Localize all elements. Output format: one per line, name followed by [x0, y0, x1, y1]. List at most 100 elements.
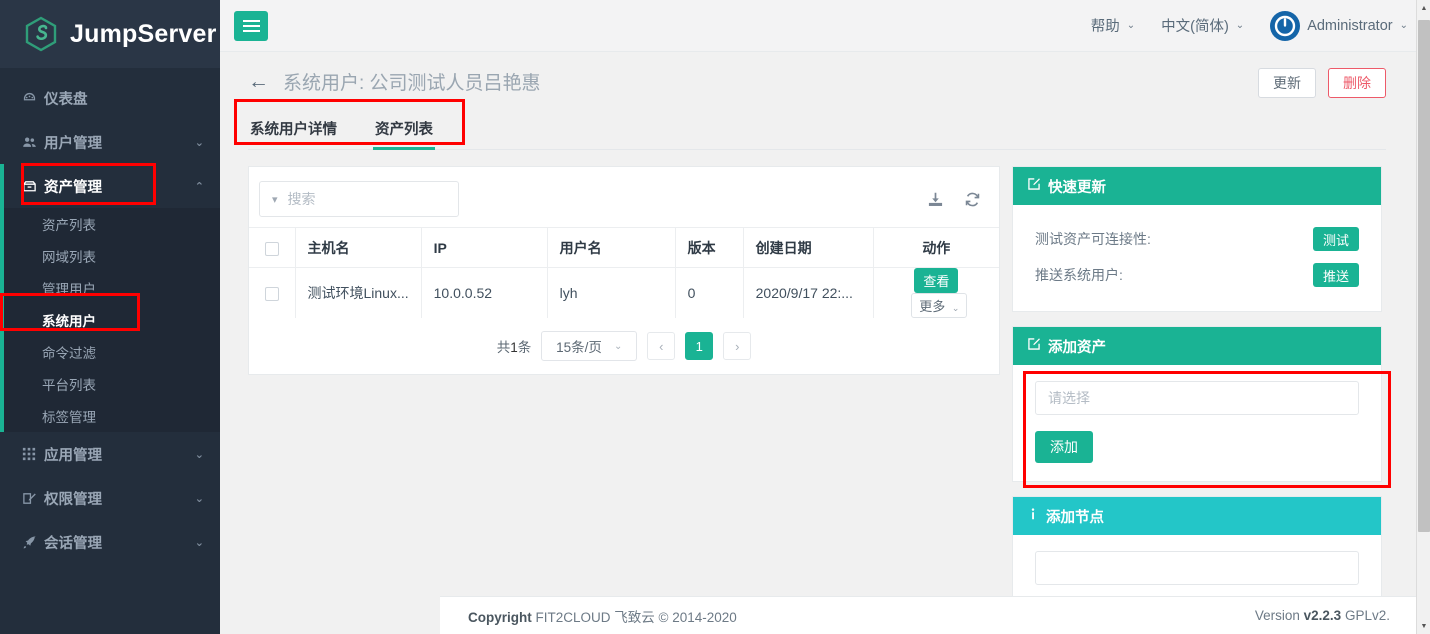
tab-asset-list[interactable]: 资产列表 [373, 112, 435, 150]
add-asset-card-body: 请选择 添加 [1013, 365, 1381, 481]
pagination-page-1[interactable]: 1 [685, 332, 714, 360]
asset-box-icon [22, 179, 44, 194]
sidebar-submenu-asset-management: 资产列表 网域列表 管理用户 系统用户 命令过滤 平台列表 标签管理 [0, 208, 220, 432]
search-placeholder: 搜索 [287, 191, 316, 207]
grid-apps-icon [22, 447, 44, 461]
more-button-label: 更多 [919, 299, 946, 314]
delete-button[interactable]: 删除 [1328, 68, 1386, 98]
sidebar-item-application-management[interactable]: 应用管理 ⌄ [0, 432, 220, 476]
sidebar-item-label: 用户管理 [44, 135, 102, 152]
scroll-down-arrow-icon[interactable]: ▼ [1417, 618, 1430, 634]
table-header: 主机名 IP 用户名 版本 创建日期 动作 [249, 227, 999, 268]
chevron-down-icon: ⌄ [194, 536, 204, 549]
sidebar-subitem-label: 平台列表 [42, 378, 96, 393]
footer-copyright-text: FIT2CLOUD 飞致云 © 2014-2020 [535, 609, 737, 625]
sidebar-subitem-command-filter[interactable]: 命令过滤 [0, 336, 220, 368]
sidebar-subitem-domain-list[interactable]: 网域列表 [0, 240, 220, 272]
asset-table-column: ▾ 搜索 主机名 IP 用户名 版本 创建日期 动作 测试环境Linux... … [248, 166, 1000, 375]
chevron-down-icon: ⌄ [194, 136, 204, 149]
cell-created-text: 2020/9/17 22:... [755, 285, 853, 301]
cell-version: 0 [675, 267, 744, 318]
rocket-session-icon [22, 535, 44, 550]
jumpserver-logo-icon [22, 15, 60, 53]
add-asset-card: 添加资产 请选择 添加 [1012, 326, 1382, 482]
sidebar-item-permission-management[interactable]: 权限管理 ⌄ [0, 476, 220, 520]
topbar: 帮助 ⌄ 中文(简体) ⌄ Administrator ⌄ [220, 0, 1430, 52]
table-toolbar: ▾ 搜索 [249, 167, 999, 227]
add-asset-card-title: 添加资产 [1048, 339, 1106, 356]
total-suffix: 条 [517, 340, 532, 355]
refresh-icon[interactable] [964, 191, 981, 208]
page-size-select[interactable]: 15条/页 ⌄ [541, 331, 638, 361]
test-connectivity-label: 测试资产可连接性: [1035, 231, 1151, 247]
test-connectivity-action: 测试 [1312, 227, 1359, 251]
column-header-version[interactable]: 版本 [675, 227, 744, 268]
hamburger-bar [242, 29, 260, 32]
version-number: v2.2.3 [1303, 608, 1342, 623]
sidebar-subitem-platform-list[interactable]: 平台列表 [0, 368, 220, 400]
scroll-up-arrow-icon[interactable]: ▲ [1417, 0, 1430, 16]
select-all-checkbox[interactable] [264, 241, 279, 256]
column-header-ip[interactable]: IP [421, 227, 548, 268]
sidebar-subitem-system-user[interactable]: 系统用户 [0, 304, 220, 336]
table-header-row: 主机名 IP 用户名 版本 创建日期 动作 [249, 227, 999, 268]
download-icon[interactable] [927, 191, 944, 208]
sidebar-item-dashboard[interactable]: 仪表盘 [0, 76, 220, 120]
hamburger-icon[interactable] [234, 10, 268, 41]
page-title: ← 系统用户: 公司测试人员吕艳惠 [248, 68, 541, 95]
row-select-cell [249, 267, 296, 318]
chevron-down-icon: ⌄ [1235, 20, 1245, 31]
sidebar-item-label: 权限管理 [44, 491, 102, 508]
tab-system-user-detail[interactable]: 系统用户详情 [248, 112, 339, 149]
sidebar-item-asset-management[interactable]: 资产管理 ⌃ [0, 164, 220, 208]
select-all-header [249, 227, 296, 268]
quick-update-card-header: 快速更新 [1013, 167, 1381, 205]
edit-square-icon [1027, 337, 1041, 355]
push-system-user-row: 推送系统用户: 推送 [1035, 257, 1359, 293]
sidebar-subitem-asset-list[interactable]: 资产列表 [0, 208, 220, 240]
push-button[interactable]: 推送 [1312, 263, 1359, 287]
info-icon [1027, 507, 1039, 525]
cell-hostname: 测试环境Linux... [295, 267, 422, 318]
more-button[interactable]: 更多 ⌄ [911, 293, 968, 318]
back-arrow-icon[interactable]: ← [248, 71, 269, 92]
update-button[interactable]: 更新 [1258, 68, 1316, 98]
sidebar-subitem-label-management[interactable]: 标签管理 [0, 400, 220, 432]
chevron-down-icon: ⌄ [194, 448, 204, 461]
language-menu[interactable]: 中文(简体) ⌄ [1161, 15, 1244, 36]
help-menu[interactable]: 帮助 ⌄ [1091, 15, 1135, 36]
view-button[interactable]: 查看 [914, 268, 959, 293]
total-count: 1 [510, 340, 518, 355]
search-input[interactable]: ▾ 搜索 [259, 181, 459, 217]
column-header-username[interactable]: 用户名 [547, 227, 676, 268]
page-scrollbar[interactable]: ▲ ▼ [1416, 0, 1430, 634]
column-header-created[interactable]: 创建日期 [743, 227, 874, 268]
chevron-down-icon[interactable]: ▾ [272, 193, 278, 206]
version-prefix: Version [1254, 608, 1300, 623]
pagination-prev-button[interactable]: ‹ [647, 332, 676, 360]
pagination-next-button[interactable]: › [723, 332, 752, 360]
test-button[interactable]: 测试 [1312, 227, 1359, 251]
chevron-up-icon: ⌃ [194, 180, 204, 193]
brand-logo[interactable]: JumpServer [0, 0, 220, 68]
sidebar-item-user-management[interactable]: 用户管理 ⌄ [0, 120, 220, 164]
row-checkbox[interactable] [264, 287, 279, 302]
asset-select-input[interactable]: 请选择 [1035, 381, 1359, 415]
add-asset-card-header: 添加资产 [1013, 327, 1381, 365]
add-asset-button[interactable]: 添加 [1035, 431, 1093, 463]
page-header-actions: 更新 删除 [1258, 68, 1386, 98]
footer-copyright: Copyright FIT2CLOUD 飞致云 © 2014-2020 [468, 606, 737, 626]
sidebar-subitem-label: 标签管理 [42, 410, 96, 425]
scrollbar-thumb[interactable] [1418, 20, 1430, 532]
user-menu[interactable]: Administrator ⌄ [1270, 10, 1408, 41]
column-header-hostname[interactable]: 主机名 [295, 227, 422, 268]
add-node-card-header: 添加节点 [1013, 497, 1381, 535]
table-row[interactable]: 测试环境Linux... 10.0.0.52 lyh 0 2020/9/17 2… [249, 267, 999, 318]
sidebar-subitem-admin-user[interactable]: 管理用户 [0, 272, 220, 304]
footer-version: Version v2.2.3 GPLv2. [1255, 608, 1390, 623]
node-select-input[interactable] [1035, 551, 1359, 585]
chevron-down-icon: ⌄ [613, 340, 623, 352]
column-header-actions: 动作 [873, 227, 999, 268]
chevron-down-icon: ⌄ [194, 492, 204, 505]
sidebar-item-session-management[interactable]: 会话管理 ⌄ [0, 520, 220, 564]
